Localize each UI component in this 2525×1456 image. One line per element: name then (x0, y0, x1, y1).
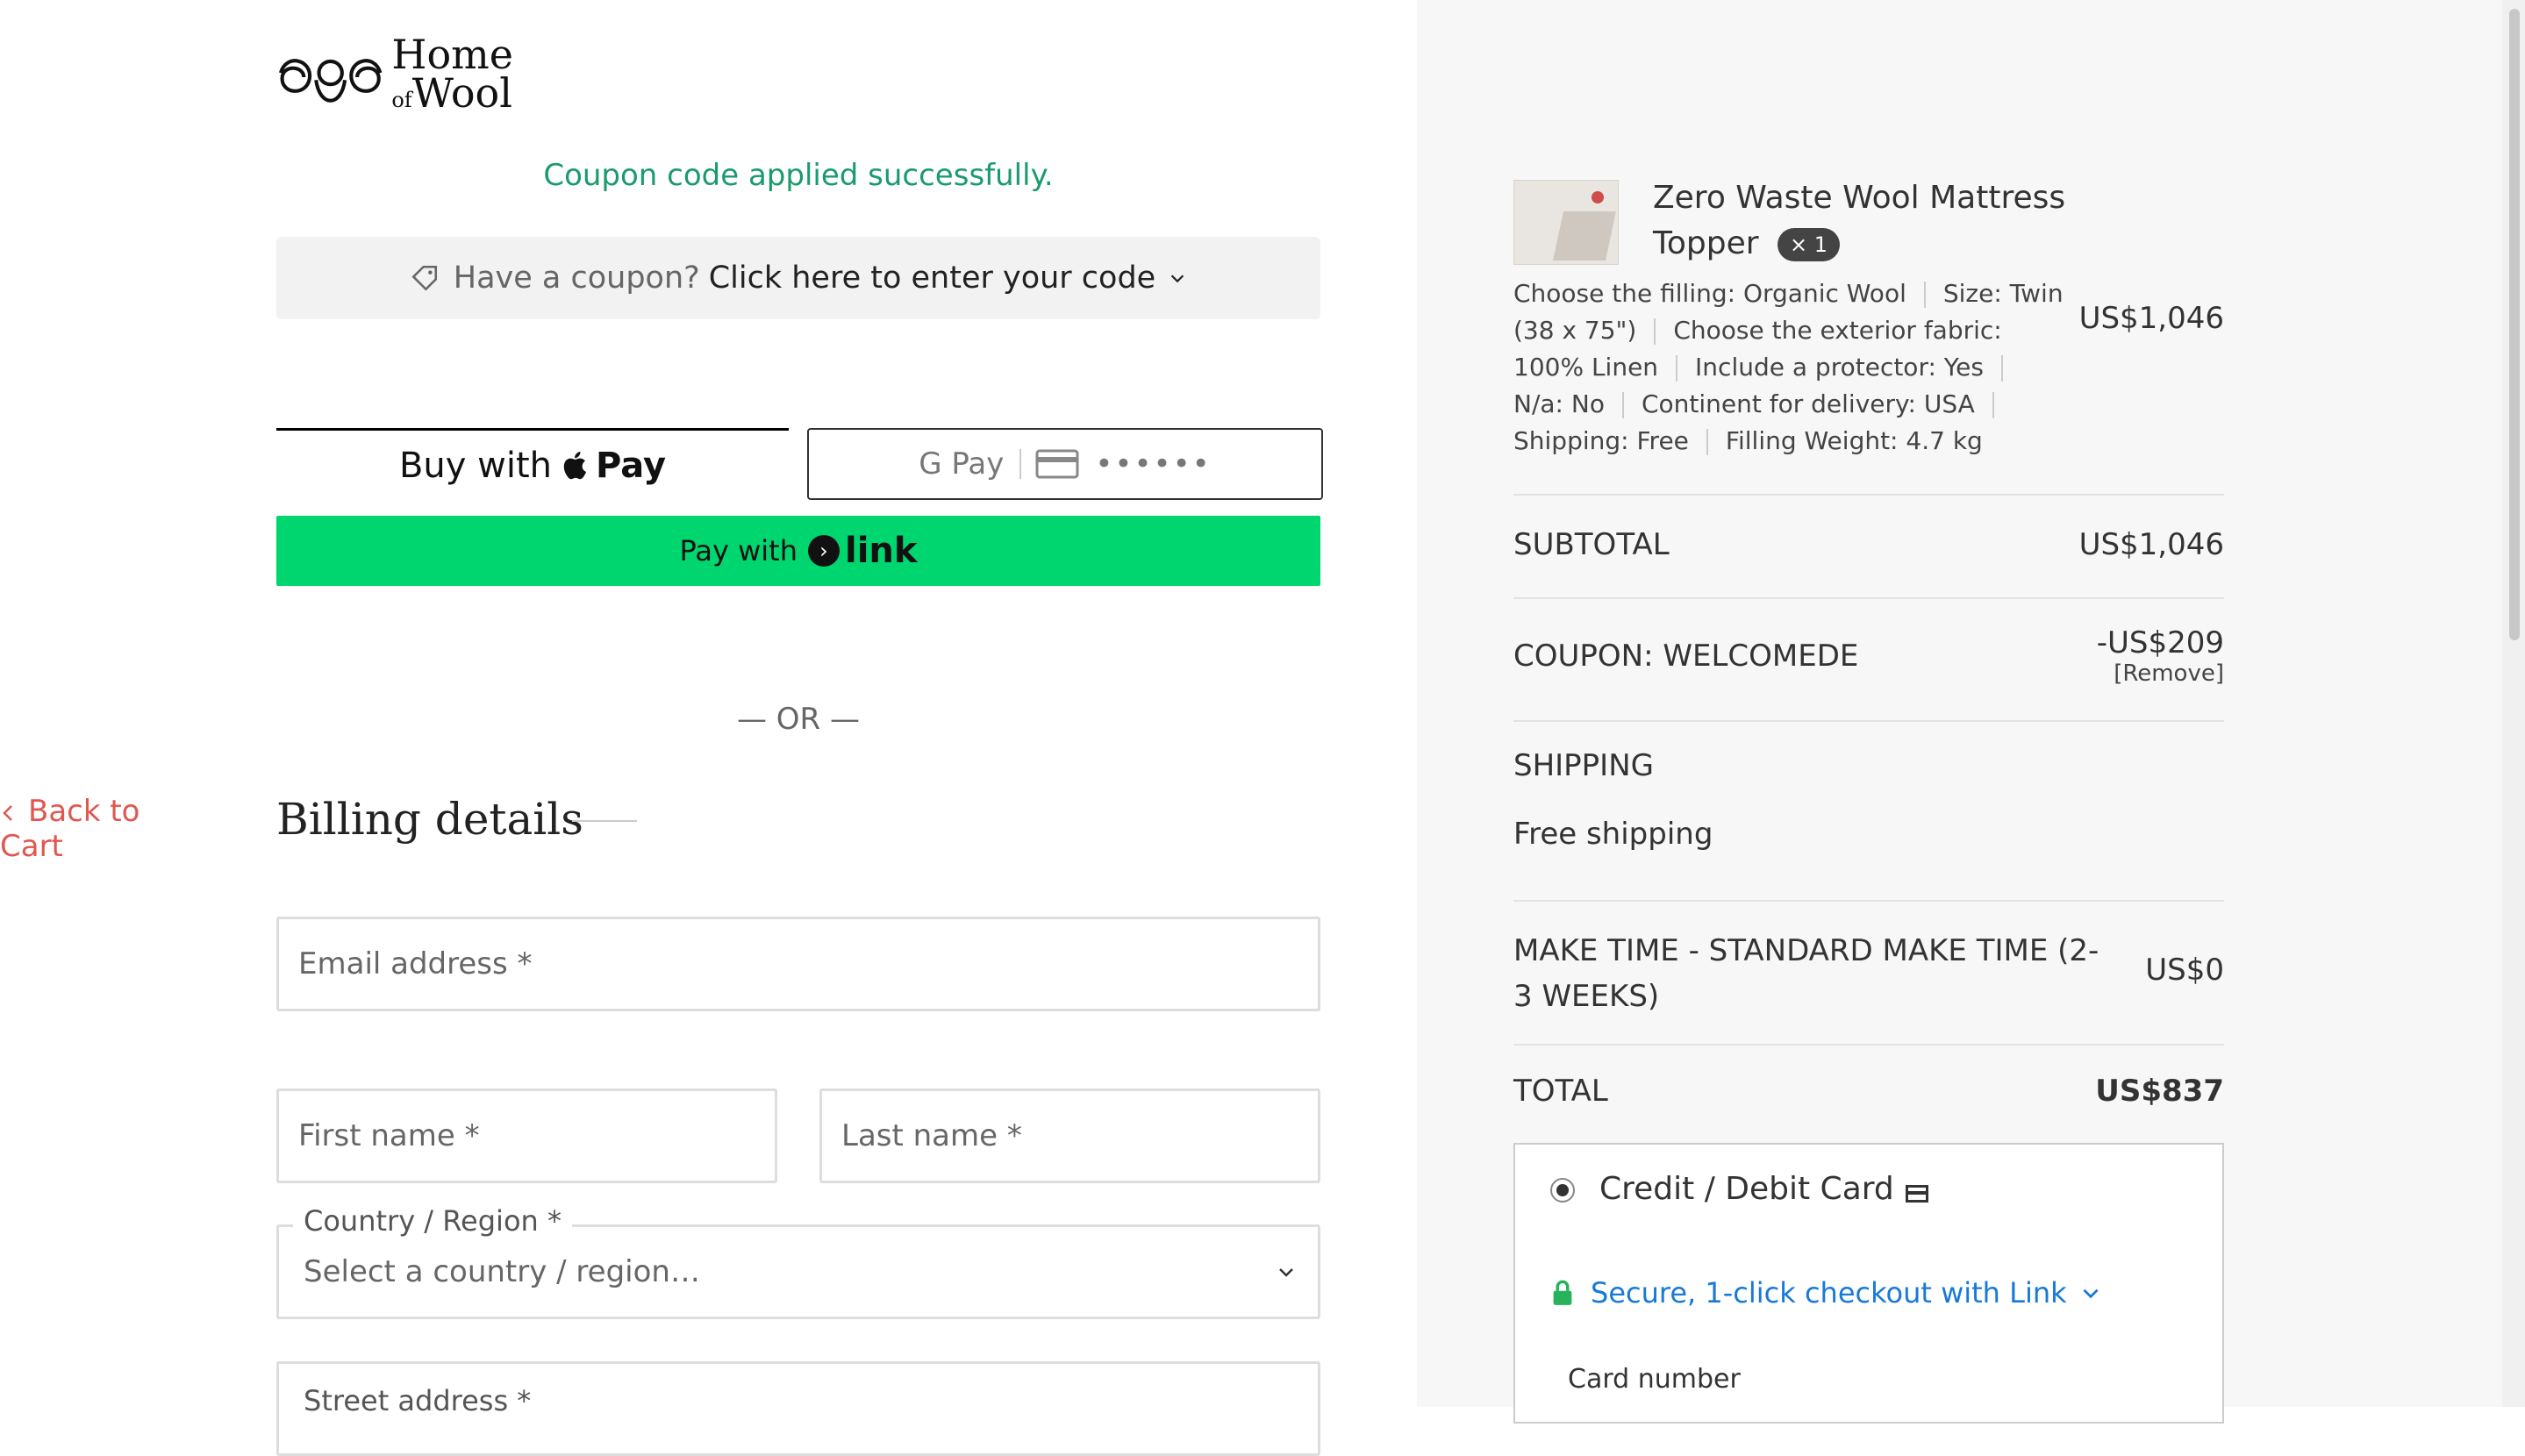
gpay-divider (1019, 449, 1022, 479)
country-select[interactable]: Select a country / region… (276, 1224, 1320, 1319)
credit-card-icon (1035, 449, 1079, 479)
make-time-label: MAKE TIME - STANDARD MAKE TIME (2-3 WEEK… (1513, 933, 2099, 1014)
back-to-cart-label: Back to Cart (0, 794, 140, 864)
shipping-row: SHIPPING Free shipping (1513, 720, 2224, 902)
heading-underline (572, 820, 637, 822)
make-time-value: US$0 (2145, 953, 2224, 988)
credit-card-radio[interactable] (1550, 1178, 1575, 1203)
chevron-left-icon (3, 804, 12, 821)
product-thumbnail (1513, 180, 1619, 265)
street-address-label: Street address * (304, 1384, 532, 1417)
chevron-down-icon (1170, 275, 1184, 283)
coupon-row: COUPON: WELCOMEDE -US$209 [Remove] (1513, 597, 2224, 722)
option-separator (1923, 282, 1926, 308)
total-value: US$837 (2095, 1074, 2224, 1109)
shipping-value: Free shipping (1513, 817, 1713, 852)
link-arrow-icon: › (807, 535, 840, 567)
remove-coupon-link[interactable]: [Remove] (2097, 660, 2224, 687)
lock-icon (1553, 1280, 1572, 1305)
make-time-row: MAKE TIME - STANDARD MAKE TIME (2-3 WEEK… (1513, 900, 2224, 1046)
option-separator (1992, 392, 1994, 418)
option-separator (1621, 392, 1624, 418)
coupon-discount: -US$209 [Remove] (2097, 625, 2224, 687)
link-checkout-label: Secure, 1-click checkout with Link (1591, 1276, 2067, 1310)
option-weight: Filling Weight: 4.7 kg (1725, 426, 1983, 455)
ram-horns-icon (278, 58, 383, 103)
product-thumbnail-fold (1553, 211, 1616, 261)
link-brand: link (844, 531, 918, 571)
product-price: US$1,046 (2078, 301, 2224, 336)
apple-logo-icon (563, 452, 587, 480)
quantity-badge: × 1 (1778, 228, 1841, 261)
option-na: N/a: No (1513, 389, 1605, 418)
card-mask-dots: •••••• (1095, 446, 1212, 482)
total-label: TOTAL (1513, 1074, 1608, 1109)
first-name-placeholder: First name * (298, 1118, 480, 1153)
coupon-success-message: Coupon code applied successfully. (543, 158, 1054, 193)
subtotal-row: SUBTOTAL US$1,046 (1513, 494, 2224, 599)
coupon-enter-link[interactable]: Click here to enter your code (709, 261, 1156, 296)
option-filling: Choose the filling: Organic Wool (1513, 279, 1906, 308)
email-field[interactable]: Email address * (276, 917, 1320, 1011)
option-separator (1706, 429, 1708, 455)
pay-with-link-button[interactable]: Pay with › link (276, 516, 1320, 586)
logo-wordmark: Home ofWool (391, 30, 513, 119)
credit-card-label[interactable]: Credit / Debit Card (1599, 1171, 1894, 1207)
card-number-label: Card number (1568, 1364, 1741, 1395)
product-title: Zero Waste Wool Mattress Topper (1653, 180, 2066, 261)
product-options: Choose the filling: Organic Wool Size: Tw… (1513, 275, 2066, 460)
link-pay-prefix: Pay with (679, 534, 798, 567)
or-separator: — OR — (736, 702, 860, 737)
product-name: Zero Waste Wool Mattress Topper × 1 (1653, 175, 2074, 267)
tag-icon (411, 265, 437, 291)
chevron-down-icon (2083, 1288, 2099, 1299)
back-to-cart-link[interactable]: Back to Cart (0, 794, 212, 864)
apple-pay-button[interactable]: Buy with Pay (276, 428, 789, 501)
billing-details-heading: Billing details (276, 794, 583, 845)
google-pay-label: G Pay (919, 446, 1005, 482)
option-separator (2001, 355, 2003, 382)
apple-pay-prefix: Buy with (398, 446, 552, 486)
option-continent: Continent for delivery: USA (1641, 389, 1975, 418)
option-shipping: Shipping: Free (1513, 426, 1689, 455)
subtotal-label: SUBTOTAL (1513, 527, 1670, 562)
scrollbar[interactable] (2502, 0, 2525, 1407)
google-pay-button[interactable]: G Pay •••••• (807, 428, 1323, 500)
card-icon (1906, 1185, 1928, 1203)
payment-method-box: Credit / Debit Card Secure, 1-click chec… (1513, 1143, 2224, 1424)
last-name-field[interactable]: Last name * (819, 1088, 1320, 1183)
coupon-prompt: Have a coupon? (453, 261, 700, 296)
coupon-toggle-bar[interactable]: Have a coupon? Click here to enter your … (276, 237, 1320, 319)
subtotal-value: US$1,046 (2078, 527, 2224, 562)
coupon-discount-value: -US$209 (2096, 625, 2224, 660)
first-name-field[interactable]: First name * (276, 1088, 777, 1183)
option-separator (1654, 318, 1656, 345)
country-placeholder: Select a country / region… (304, 1254, 700, 1289)
option-protector: Include a protector: Yes (1695, 353, 1984, 382)
scrollbar-thumb[interactable] (2509, 9, 2520, 640)
checkout-form-panel: Home ofWool Coupon code applied successf… (0, 0, 1417, 1456)
product-thumbnail-dot (1592, 191, 1604, 203)
link-checkout-toggle[interactable]: Secure, 1-click checkout with Link (1550, 1276, 2102, 1310)
country-label: Country / Region * (293, 1204, 572, 1238)
coupon-code-label: COUPON: WELCOMEDE (1513, 639, 1859, 674)
apple-pay-brand: Pay (595, 446, 667, 486)
option-separator (1676, 355, 1678, 382)
total-row: TOTAL US$837 (1513, 1044, 2224, 1145)
chevron-down-icon (1279, 1268, 1293, 1277)
last-name-placeholder: Last name * (841, 1118, 1022, 1153)
logo-line-home: Home (391, 30, 513, 78)
home-of-wool-logo[interactable]: Home ofWool (276, 30, 513, 119)
shipping-label: SHIPPING (1513, 748, 1654, 783)
logo-line-of: of (391, 87, 412, 112)
email-placeholder: Email address * (298, 946, 533, 981)
logo-line-wool: Wool (411, 68, 512, 117)
